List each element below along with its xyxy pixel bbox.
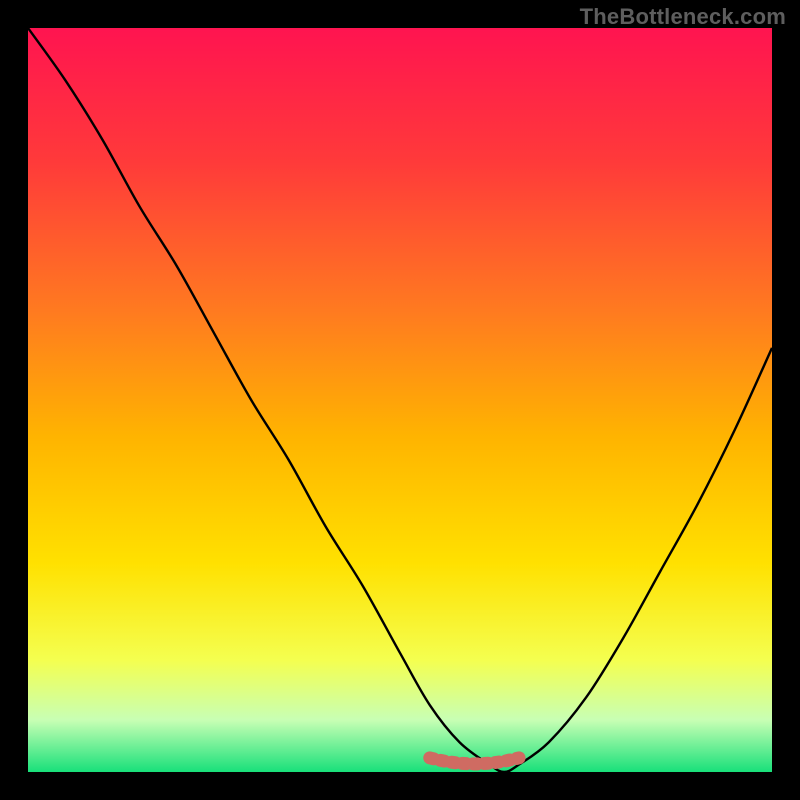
watermark-text: TheBottleneck.com [580,4,786,30]
plot-area [28,28,772,772]
bottleneck-chart [28,28,772,772]
chart-frame: TheBottleneck.com [0,0,800,800]
optimal-range-highlight [430,758,519,764]
gradient-background [28,28,772,772]
